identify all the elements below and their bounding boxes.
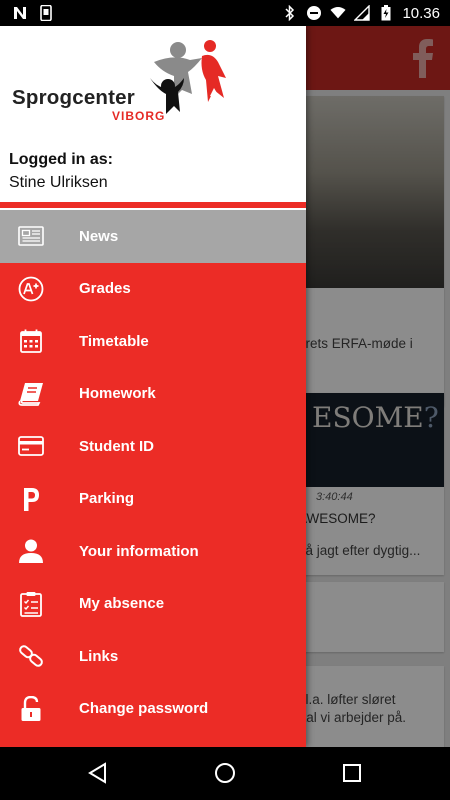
unlock-icon: [17, 695, 45, 723]
drawer-header: Sprogcenter VIBORG Logged in as: Stine U…: [0, 26, 306, 202]
menu-item-homework[interactable]: Homework: [0, 368, 306, 421]
menu-item-grades[interactable]: Grades: [0, 263, 306, 316]
menu-item-timetable[interactable]: Timetable: [0, 315, 306, 368]
menu-item-label: Timetable: [79, 332, 149, 350]
navigation-drawer: Sprogcenter VIBORG Logged in as: Stine U…: [0, 26, 306, 747]
phone-icon: [38, 5, 54, 21]
menu-item-label: News: [79, 227, 119, 245]
menu-item-label: My absence: [79, 595, 165, 613]
menu-item-student-id[interactable]: Student ID: [0, 420, 306, 473]
menu-item-label: Change password: [79, 700, 209, 718]
bluetooth-icon: [282, 5, 298, 21]
newspaper-icon: [17, 222, 45, 250]
n-icon: [12, 5, 28, 21]
logged-in-user-name: Stine Ulriksen: [9, 174, 108, 191]
clipboard-checklist-icon: [17, 590, 45, 618]
menu-item-change-password[interactable]: Change password: [0, 683, 306, 736]
menu-item-links[interactable]: Links: [0, 630, 306, 683]
menu-item-label: Homework: [79, 385, 156, 403]
menu-item-your-information[interactable]: Your information: [0, 525, 306, 578]
menu-item-label: Your information: [79, 542, 199, 560]
status-bar: 10.36: [0, 0, 450, 26]
logged-in-label: Logged in as:: [9, 151, 113, 168]
link-icon: [17, 642, 45, 670]
calendar-icon: [17, 327, 45, 355]
menu-item-news[interactable]: News: [0, 210, 306, 263]
back-icon[interactable]: [86, 761, 110, 785]
system-nav-bar: [0, 747, 450, 800]
menu-item-label: Links: [79, 647, 119, 665]
home-icon[interactable]: [213, 761, 237, 785]
recents-icon[interactable]: [340, 761, 364, 785]
grade-a-plus-icon: [17, 275, 45, 303]
menu-item-label: Grades: [79, 280, 131, 298]
book-icon: [17, 380, 45, 408]
menu-item-label: Student ID: [79, 437, 154, 455]
id-card-icon: [17, 432, 45, 460]
parking-icon: [17, 485, 45, 513]
menu-item-label: Parking: [79, 490, 135, 508]
user-icon: [17, 537, 45, 565]
do-not-disturb-icon: [306, 5, 322, 21]
wifi-icon: [330, 5, 347, 21]
sprogcenter-logo: Sprogcenter VIBORG: [10, 38, 230, 128]
menu-item-parking[interactable]: Parking: [0, 473, 306, 526]
logo-name: Sprogcenter: [12, 86, 135, 109]
logo-subtitle: VIBORG: [112, 109, 166, 123]
logo-mark-icon: [150, 40, 226, 114]
menu-item-my-absence[interactable]: My absence: [0, 578, 306, 631]
battery-charging-icon: [378, 5, 394, 21]
drawer-menu: News Grades Timetable Homework Student I…: [0, 210, 306, 735]
status-time: 10.36: [402, 4, 440, 22]
signal-icon: [354, 5, 371, 21]
